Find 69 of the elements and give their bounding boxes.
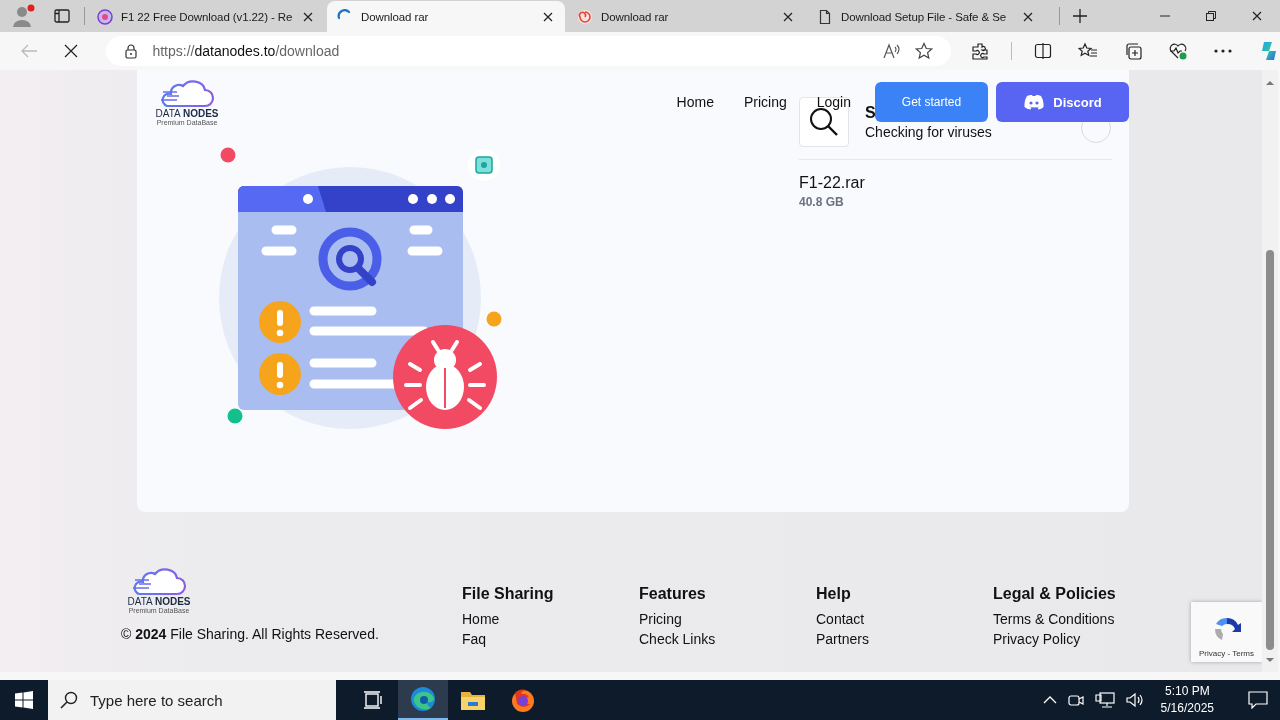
recaptcha-badge[interactable]: Privacy - Terms: [1191, 602, 1262, 662]
volume-icon[interactable]: [1124, 691, 1145, 709]
page-icon: [817, 8, 833, 25]
footer-link[interactable]: Contact: [816, 609, 865, 629]
restore-icon[interactable]: [1206, 11, 1216, 21]
task-view-icon[interactable]: [363, 690, 383, 710]
footer-link[interactable]: Terms & Conditions: [993, 609, 1115, 629]
network-icon[interactable]: [1094, 691, 1115, 709]
cloud-logo-icon: [159, 80, 215, 110]
clock-date[interactable]: 5/16/2025: [1160, 700, 1214, 717]
address-bar[interactable]: https://datanodes.to/download: [106, 36, 951, 66]
windows-start-icon[interactable]: [15, 691, 33, 709]
collections-icon[interactable]: [1124, 42, 1142, 60]
tab-actions-icon[interactable]: [54, 8, 70, 24]
recaptcha-links[interactable]: Privacy - Terms: [1199, 649, 1254, 658]
copyright-text: © 2024 File Sharing. All Rights Reserved.: [121, 626, 380, 642]
browser-tab[interactable]: Download rar: [327, 1, 565, 32]
edge-icon[interactable]: [410, 686, 436, 712]
footer-link[interactable]: Partners: [816, 629, 869, 649]
discord-button[interactable]: Discord: [996, 82, 1129, 122]
read-aloud-icon[interactable]: [883, 43, 901, 59]
notification-icon[interactable]: [1248, 691, 1268, 709]
favorites-icon[interactable]: [1078, 42, 1098, 60]
scan-status: Checking for viruses: [865, 124, 992, 140]
scrollbar[interactable]: [1262, 70, 1278, 672]
footer-heading: Features: [639, 585, 707, 603]
footer-link[interactable]: Home: [462, 609, 500, 629]
more-icon[interactable]: [1214, 49, 1232, 53]
clock-time[interactable]: 5:10 PM: [1164, 683, 1210, 700]
file-size: 40.8 GB: [799, 195, 845, 209]
swirl-favicon-icon: [577, 8, 593, 25]
search-icon: [60, 691, 78, 709]
tab-close-icon[interactable]: [543, 11, 553, 22]
browser-tab[interactable]: F1 22 Free Download (v1.22) - Re: [87, 1, 325, 32]
firefox-icon[interactable]: [510, 687, 536, 713]
nav-link[interactable]: Home: [676, 94, 714, 110]
star-icon[interactable]: [915, 42, 933, 60]
file-name: F1-22.rar: [799, 174, 866, 192]
tab-close-icon[interactable]: [303, 11, 313, 22]
nav-link[interactable]: Login: [816, 94, 851, 110]
health-icon[interactable]: [1168, 42, 1188, 60]
taskbar-search-field[interactable]: Type here to search: [48, 680, 336, 720]
footer-link[interactable]: Pricing: [639, 609, 682, 629]
logo-text: DATA NODES: [127, 596, 191, 607]
browser-tab[interactable]: Download Setup File - Safe & Se: [807, 1, 1045, 32]
footer-link[interactable]: Check Links: [639, 629, 716, 649]
scan-title: S: [865, 104, 877, 122]
close-icon[interactable]: [1252, 11, 1262, 21]
chevron-up-icon[interactable]: [1042, 696, 1057, 704]
extensions-icon[interactable]: [971, 42, 989, 60]
profile-icon[interactable]: [10, 3, 36, 29]
split-screen-icon[interactable]: [1034, 42, 1052, 60]
site-favicon-icon: [97, 8, 113, 25]
new-tab-icon[interactable]: [1072, 8, 1088, 24]
footer-heading: Help: [816, 585, 852, 603]
footer-link[interactable]: Privacy Policy: [993, 629, 1081, 649]
stop-icon[interactable]: [64, 44, 79, 58]
get-started-button[interactable]: Get started: [875, 82, 988, 122]
lock-icon[interactable]: [124, 43, 139, 59]
cloud-logo-icon: [131, 568, 187, 598]
tab-close-icon[interactable]: [1023, 11, 1033, 22]
discord-icon: [1023, 94, 1046, 110]
nav-link[interactable]: Pricing: [743, 94, 787, 110]
tab-close-icon[interactable]: [783, 11, 793, 22]
footer-heading: File Sharing: [462, 585, 555, 603]
browser-tab[interactable]: Download rar: [567, 1, 805, 32]
footer-link[interactable]: Faq: [462, 629, 487, 649]
logo-text: DATA NODES: [155, 108, 219, 119]
footer-heading: Legal & Policies: [993, 585, 1117, 603]
